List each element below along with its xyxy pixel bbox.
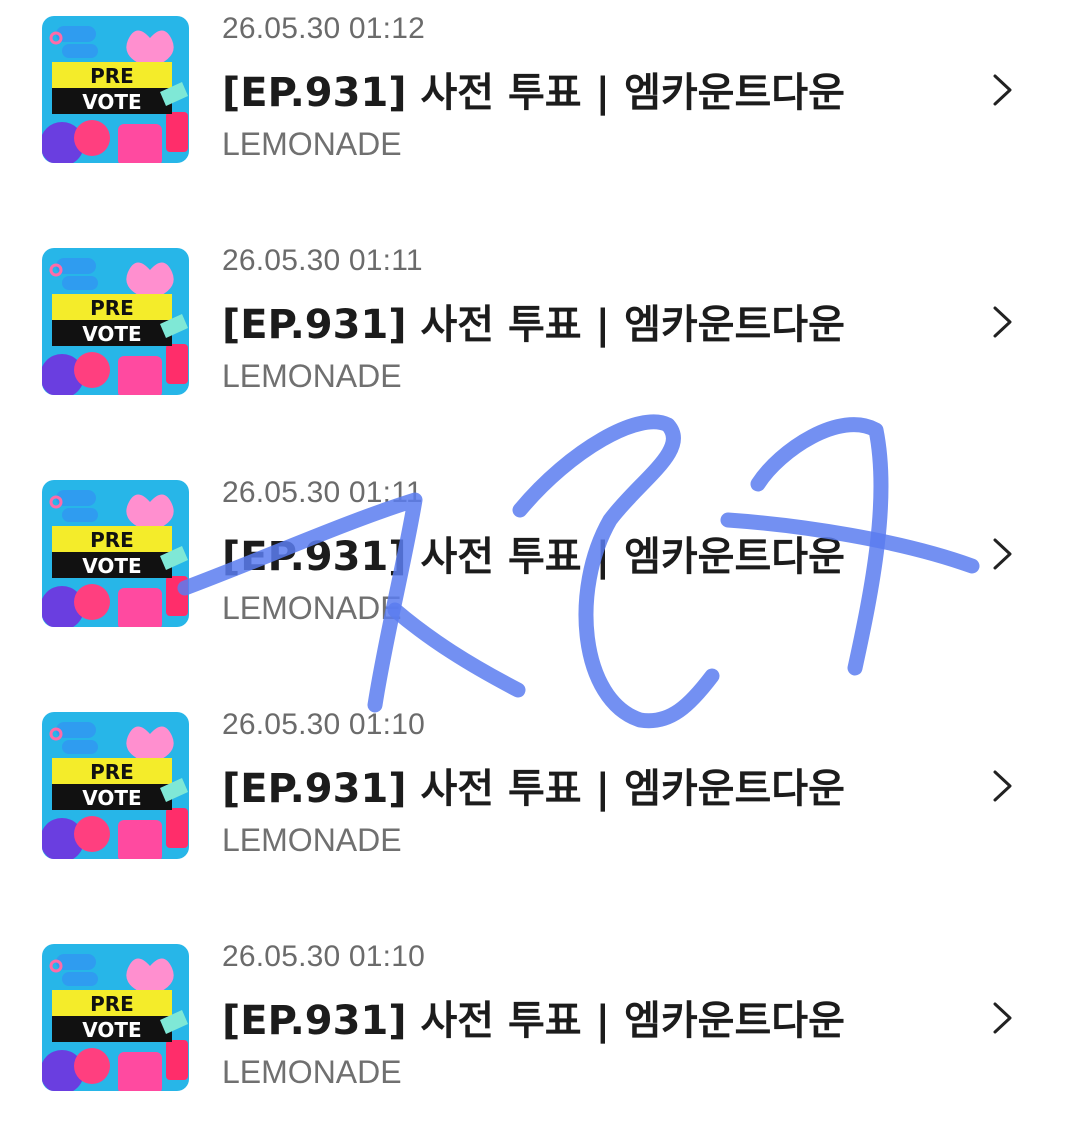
list-item[interactable]: PRE VOTE 26.05.30 01:11 [EP.931] 사전 투표 |… <box>0 464 1080 627</box>
list-item[interactable]: PRE VOTE 26.05.30 01:10 [EP.931] 사전 투표 |… <box>0 696 1080 859</box>
pre-vote-thumbnail: PRE VOTE <box>42 248 189 395</box>
pre-vote-thumbnail: PRE VOTE <box>42 712 189 859</box>
pre-vote-thumbnail: PRE VOTE <box>42 16 189 163</box>
artist-name: LEMONADE <box>222 1054 402 1090</box>
list-item[interactable]: PRE VOTE 26.05.30 01:11 [EP.931] 사전 투표 |… <box>0 232 1080 395</box>
artist-name: LEMONADE <box>222 822 402 858</box>
chevron-right-icon[interactable] <box>985 766 1019 806</box>
list-item[interactable]: PRE VOTE 26.05.30 01:12 [EP.931] 사전 투표 |… <box>0 0 1080 163</box>
item-title: [EP.931] 사전 투표 | 엠카운트다운 <box>222 302 845 348</box>
list-item[interactable]: PRE VOTE 26.05.30 01:10 [EP.931] 사전 투표 |… <box>0 928 1080 1091</box>
chevron-right-icon[interactable] <box>985 302 1019 342</box>
svg-text:PRE: PRE <box>90 528 134 552</box>
svg-text:VOTE: VOTE <box>82 554 141 578</box>
item-title: [EP.931] 사전 투표 | 엠카운트다운 <box>222 998 845 1044</box>
item-title: [EP.931] 사전 투표 | 엠카운트다운 <box>222 70 845 116</box>
item-title: [EP.931] 사전 투표 | 엠카운트다운 <box>222 534 845 580</box>
artist-name: LEMONADE <box>222 358 402 394</box>
svg-text:PRE: PRE <box>90 992 134 1016</box>
timestamp: 26.05.30 01:11 <box>222 244 423 277</box>
pre-vote-thumbnail: PRE VOTE <box>42 944 189 1091</box>
timestamp: 26.05.30 01:11 <box>222 476 423 509</box>
timestamp: 26.05.30 01:12 <box>222 12 425 45</box>
svg-text:VOTE: VOTE <box>82 90 141 114</box>
svg-text:PRE: PRE <box>90 760 134 784</box>
chevron-right-icon[interactable] <box>985 998 1019 1038</box>
svg-text:VOTE: VOTE <box>82 322 141 346</box>
svg-text:VOTE: VOTE <box>82 1018 141 1042</box>
artist-name: LEMONADE <box>222 590 402 626</box>
chevron-right-icon[interactable] <box>985 534 1019 574</box>
pre-vote-thumbnail: PRE VOTE <box>42 480 189 627</box>
svg-text:VOTE: VOTE <box>82 786 141 810</box>
timestamp: 26.05.30 01:10 <box>222 940 425 973</box>
chevron-right-icon[interactable] <box>985 70 1019 110</box>
item-title: [EP.931] 사전 투표 | 엠카운트다운 <box>222 766 845 812</box>
svg-text:PRE: PRE <box>90 296 134 320</box>
svg-text:PRE: PRE <box>90 64 134 88</box>
artist-name: LEMONADE <box>222 126 402 162</box>
timestamp: 26.05.30 01:10 <box>222 708 425 741</box>
